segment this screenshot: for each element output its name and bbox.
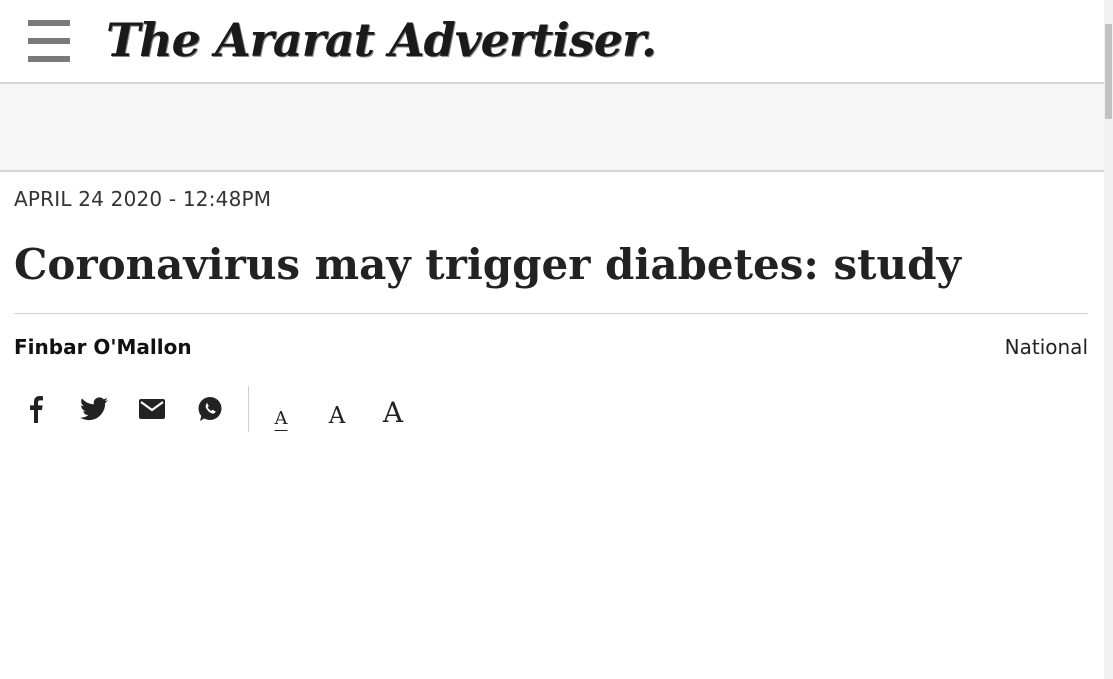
masthead-logo[interactable]: The Ararat Advertiser. xyxy=(106,8,657,72)
author-byline[interactable]: Finbar O'Mallon xyxy=(14,335,192,359)
whatsapp-icon[interactable] xyxy=(188,387,232,431)
page: The Ararat Advertiser. APRIL 24 2020 - 1… xyxy=(0,0,1113,679)
site-header: The Ararat Advertiser. xyxy=(0,0,1104,84)
scrollbar-thumb[interactable] xyxy=(1105,24,1112,119)
scrollbar[interactable] xyxy=(1104,0,1113,679)
section-link[interactable]: National xyxy=(1005,335,1088,359)
font-size-large-button[interactable]: A xyxy=(371,389,415,429)
toolbar-divider xyxy=(248,386,249,432)
facebook-icon[interactable] xyxy=(14,387,58,431)
email-icon[interactable] xyxy=(130,387,174,431)
divider xyxy=(14,313,1088,314)
ad-banner xyxy=(0,84,1104,172)
article-date: APRIL 24 2020 - 12:48PM xyxy=(14,187,272,211)
share-toolbar: A A A xyxy=(14,386,427,432)
article-title: Coronavirus may trigger diabetes: study xyxy=(14,240,961,289)
twitter-icon[interactable] xyxy=(72,387,116,431)
font-size-small-button[interactable]: A xyxy=(259,389,303,429)
menu-icon[interactable] xyxy=(28,20,70,64)
font-size-medium-button[interactable]: A xyxy=(315,389,359,429)
